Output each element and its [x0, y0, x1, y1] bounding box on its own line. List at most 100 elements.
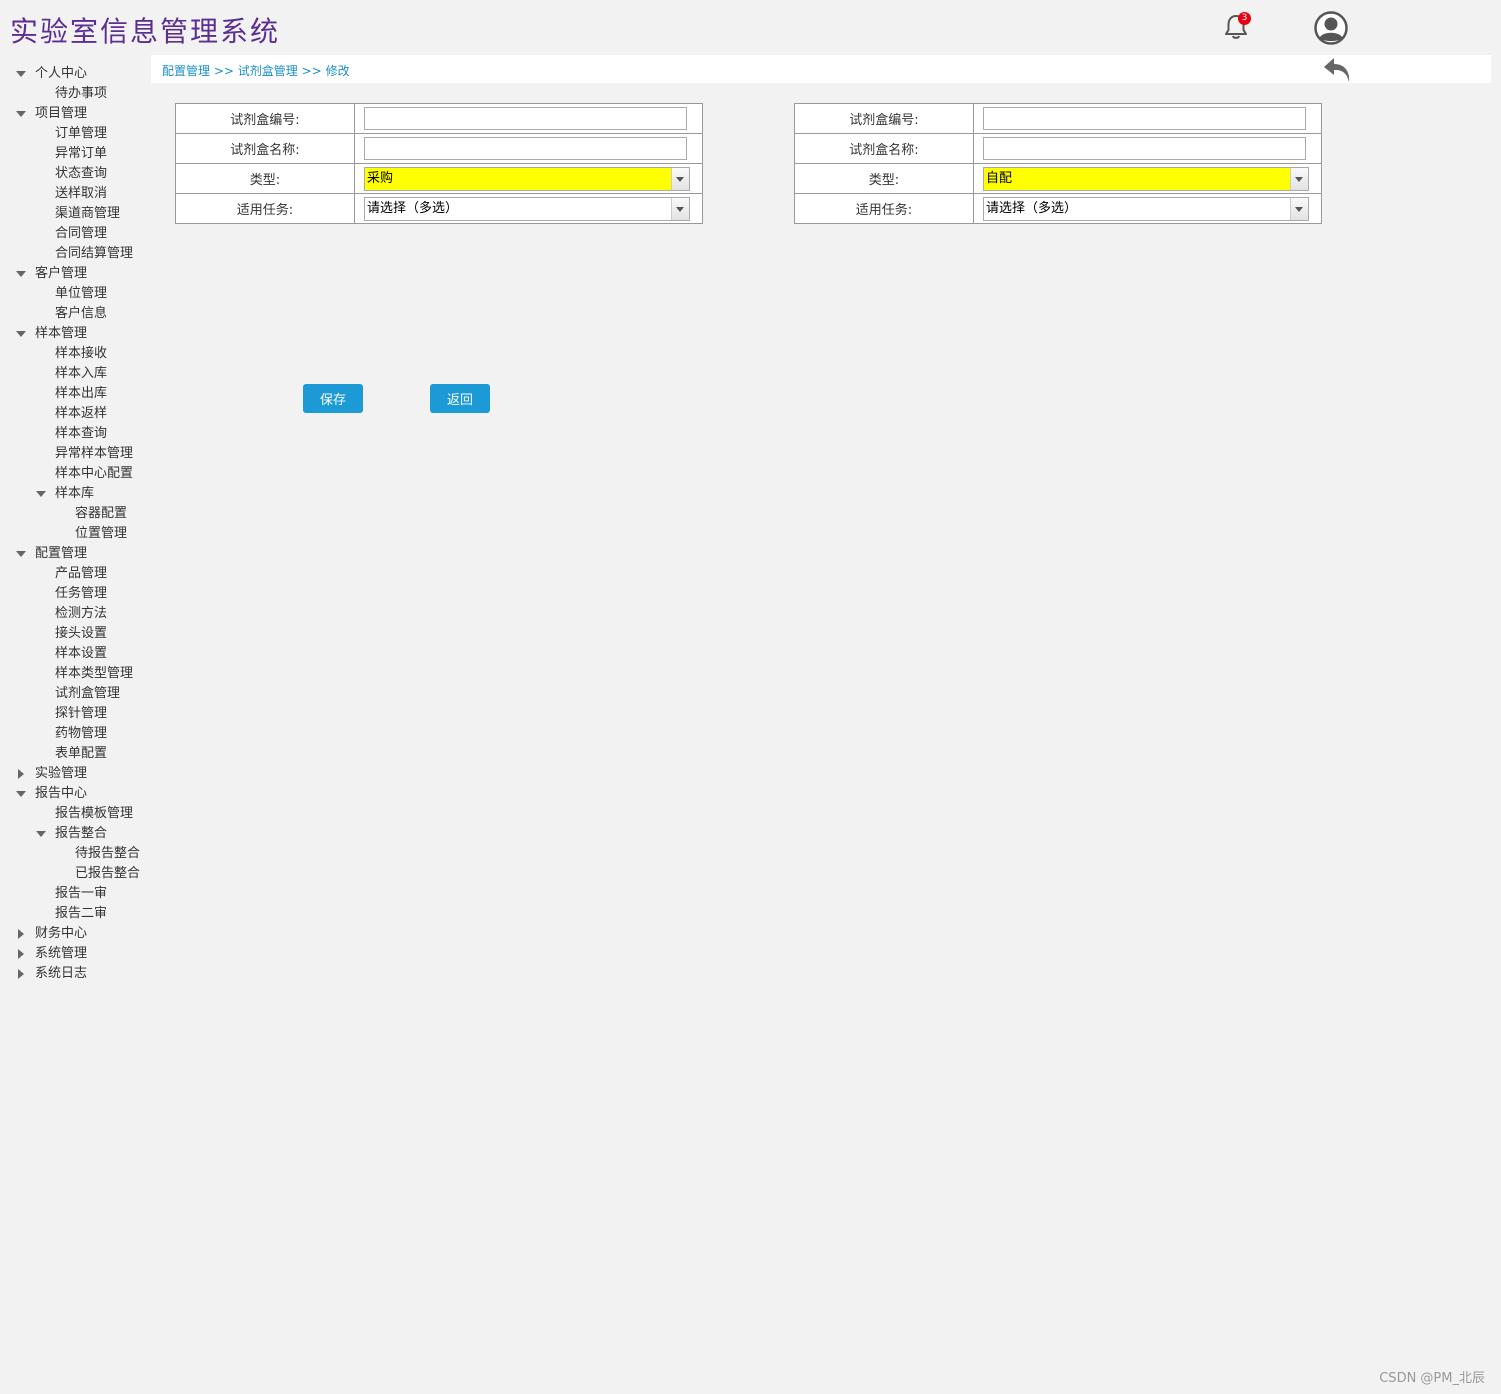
sidebar-item[interactable]: 报告中心 — [0, 784, 150, 804]
task-multiselect[interactable]: 请选择（多选） — [364, 196, 690, 221]
sidebar-item-label: 检测方法 — [55, 606, 108, 621]
sidebar-item-label: 客户信息 — [55, 306, 108, 321]
sidebar-item[interactable]: 任务管理 — [0, 584, 150, 604]
form-row-task: 适用任务: 请选择（多选） — [794, 193, 1322, 224]
sidebar-item[interactable]: 异常样本管理 — [0, 444, 150, 464]
sidebar-item[interactable]: 单位管理 — [0, 284, 150, 304]
breadcrumb-item-config[interactable]: 配置管理 — [162, 64, 210, 78]
caret-right-icon[interactable] — [16, 964, 26, 984]
caret-down-icon[interactable] — [36, 484, 46, 504]
caret-right-icon[interactable] — [16, 764, 26, 784]
sidebar-item[interactable]: 表单配置 — [0, 744, 150, 764]
sidebar-item[interactable]: 样本出库 — [0, 384, 150, 404]
sidebar-item[interactable]: 样本管理 — [0, 324, 150, 344]
breadcrumb-item-kit[interactable]: 试剂盒管理 — [238, 64, 298, 78]
sidebar-item[interactable]: 位置管理 — [0, 524, 150, 544]
caret-down-icon[interactable] — [16, 64, 26, 84]
caret-right-icon[interactable] — [16, 924, 26, 944]
sidebar-item[interactable]: 个人中心 — [0, 64, 150, 84]
kit-code-label: 试剂盒编号: — [794, 103, 974, 134]
sidebar-item-label: 待办事项 — [55, 86, 108, 101]
chevron-down-icon[interactable] — [671, 197, 689, 220]
sidebar-item-label: 异常样本管理 — [55, 446, 134, 461]
sidebar-item-label: 产品管理 — [55, 566, 108, 581]
chevron-down-icon[interactable] — [671, 167, 689, 190]
sidebar-item[interactable]: 报告二审 — [0, 904, 150, 924]
sidebar-item[interactable]: 待办事项 — [0, 84, 150, 104]
chevron-down-icon[interactable] — [1290, 167, 1308, 190]
caret-down-icon[interactable] — [16, 104, 26, 124]
sidebar-item[interactable]: 客户信息 — [0, 304, 150, 324]
kit-code-input[interactable] — [364, 107, 687, 130]
task-label: 适用任务: — [175, 193, 355, 224]
reply-arrow-icon[interactable] — [1322, 55, 1352, 85]
form-row-name: 试剂盒名称: — [794, 133, 1322, 164]
task-multiselect[interactable]: 请选择（多选） — [983, 196, 1309, 221]
sidebar-item[interactable]: 产品管理 — [0, 564, 150, 584]
sidebar-item[interactable]: 样本返样 — [0, 404, 150, 424]
sidebar-item-label: 容器配置 — [75, 506, 128, 521]
sidebar-item[interactable]: 样本类型管理 — [0, 664, 150, 684]
sidebar-item[interactable]: 合同管理 — [0, 224, 150, 244]
caret-down-icon[interactable] — [16, 324, 26, 344]
sidebar-item[interactable]: 样本接收 — [0, 344, 150, 364]
kit-form-left: 试剂盒编号: 试剂盒名称: 类型: 采购 适用任务: 请选择（多选） — [175, 103, 703, 224]
sidebar-item[interactable]: 待报告整合 — [0, 844, 150, 864]
sidebar-item-label: 状态查询 — [55, 166, 108, 181]
sidebar-item[interactable]: 状态查询 — [0, 164, 150, 184]
kit-name-input[interactable] — [983, 137, 1306, 160]
kit-name-input[interactable] — [364, 137, 687, 160]
sidebar-item[interactable]: 样本入库 — [0, 364, 150, 384]
form-row-type: 类型: 自配 — [794, 163, 1322, 194]
caret-down-icon[interactable] — [16, 784, 26, 804]
sidebar-item[interactable]: 合同结算管理 — [0, 244, 150, 264]
sidebar-item[interactable]: 报告模板管理 — [0, 804, 150, 824]
sidebar-item[interactable]: 订单管理 — [0, 124, 150, 144]
sidebar-item[interactable]: 异常订单 — [0, 144, 150, 164]
sidebar-item-label: 报告模板管理 — [55, 806, 134, 821]
breadcrumb-item-edit: 修改 — [325, 64, 350, 78]
sidebar-item[interactable]: 已报告整合 — [0, 864, 150, 884]
sidebar-item-label: 已报告整合 — [75, 866, 141, 881]
sidebar-item[interactable]: 报告整合 — [0, 824, 150, 844]
sidebar-item[interactable]: 样本查询 — [0, 424, 150, 444]
sidebar-item[interactable]: 药物管理 — [0, 724, 150, 744]
sidebar-item[interactable]: 系统管理 — [0, 944, 150, 964]
sidebar-item[interactable]: 探针管理 — [0, 704, 150, 724]
kit-type-select[interactable]: 自配 — [983, 166, 1309, 191]
sidebar-item-label: 报告一审 — [55, 886, 108, 901]
kit-code-input[interactable] — [983, 107, 1306, 130]
sidebar-item[interactable]: 财务中心 — [0, 924, 150, 944]
sidebar-item[interactable]: 实验管理 — [0, 764, 150, 784]
sidebar-item[interactable]: 渠道商管理 — [0, 204, 150, 224]
sidebar-item-label: 异常订单 — [55, 146, 108, 161]
sidebar-item[interactable]: 容器配置 — [0, 504, 150, 524]
sidebar-item[interactable]: 配置管理 — [0, 544, 150, 564]
kit-type-select[interactable]: 采购 — [364, 166, 690, 191]
sidebar-item[interactable]: 报告一审 — [0, 884, 150, 904]
sidebar-item[interactable]: 系统日志 — [0, 964, 150, 984]
sidebar-item[interactable]: 接头设置 — [0, 624, 150, 644]
watermark: CSDN @PM_北辰 — [1379, 1371, 1485, 1386]
save-button[interactable]: 保存 — [303, 384, 363, 413]
chevron-down-icon[interactable] — [1290, 197, 1308, 220]
sidebar-item[interactable]: 项目管理 — [0, 104, 150, 124]
app-title: 实验室信息管理系统 — [10, 15, 281, 48]
sidebar-item[interactable]: 试剂盒管理 — [0, 684, 150, 704]
caret-right-icon[interactable] — [16, 944, 26, 964]
sidebar-item-label: 样本库 — [55, 486, 95, 501]
sidebar-item[interactable]: 客户管理 — [0, 264, 150, 284]
caret-down-icon[interactable] — [16, 544, 26, 564]
caret-down-icon[interactable] — [36, 824, 46, 844]
back-button[interactable]: 返回 — [430, 384, 490, 413]
sidebar-item[interactable]: 样本中心配置 — [0, 464, 150, 484]
sidebar-item-label: 合同结算管理 — [55, 246, 134, 261]
sidebar-item[interactable]: 送样取消 — [0, 184, 150, 204]
sidebar-item[interactable]: 样本库 — [0, 484, 150, 504]
user-avatar-icon[interactable] — [1314, 11, 1348, 45]
caret-down-icon[interactable] — [16, 264, 26, 284]
sidebar-item[interactable]: 检测方法 — [0, 604, 150, 624]
sidebar-item-label: 样本查询 — [55, 426, 108, 441]
form-row-type: 类型: 采购 — [175, 163, 703, 194]
sidebar-item[interactable]: 样本设置 — [0, 644, 150, 664]
